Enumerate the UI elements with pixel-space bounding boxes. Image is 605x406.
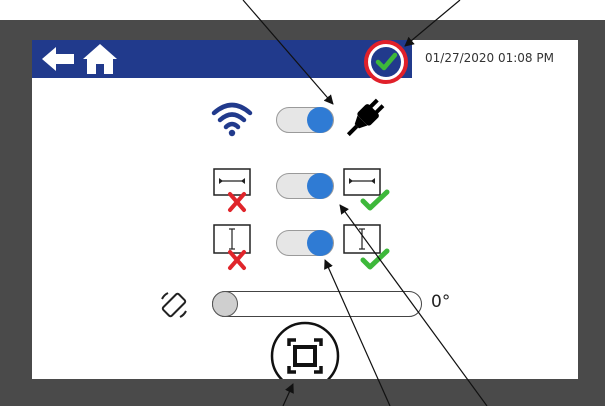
check-circle-icon [364,40,408,84]
home-button[interactable] [82,43,118,75]
toggle-knob [307,172,333,199]
arrow-left-icon [42,47,74,71]
rotation-slider-knob[interactable] [211,290,238,317]
connection-toggle[interactable] [276,106,334,133]
rotation-slider[interactable] [211,290,422,317]
vertical-on-icon [343,224,390,270]
fullscreen-button[interactable] [270,321,340,379]
plug-icon [346,98,385,137]
vertical-toggle[interactable] [276,229,334,256]
toggle-knob [307,229,333,256]
device-screen: 01/27/2020 01:08 PM 0° [32,40,578,379]
horizontal-on-icon [343,168,390,211]
toggle-knob [307,106,333,133]
home-icon [83,44,117,74]
back-button[interactable] [40,45,78,73]
rotate-screen-icon [161,292,187,318]
fullscreen-icon [270,321,340,379]
wifi-icon [211,102,253,137]
horizontal-off-icon [213,168,251,212]
status-check-button[interactable] [361,40,411,84]
horizontal-toggle[interactable] [276,172,334,199]
vertical-off-icon [213,224,251,270]
rotation-angle-label: 0° [431,292,451,312]
datetime-text: 01/27/2020 01:08 PM [425,51,554,65]
